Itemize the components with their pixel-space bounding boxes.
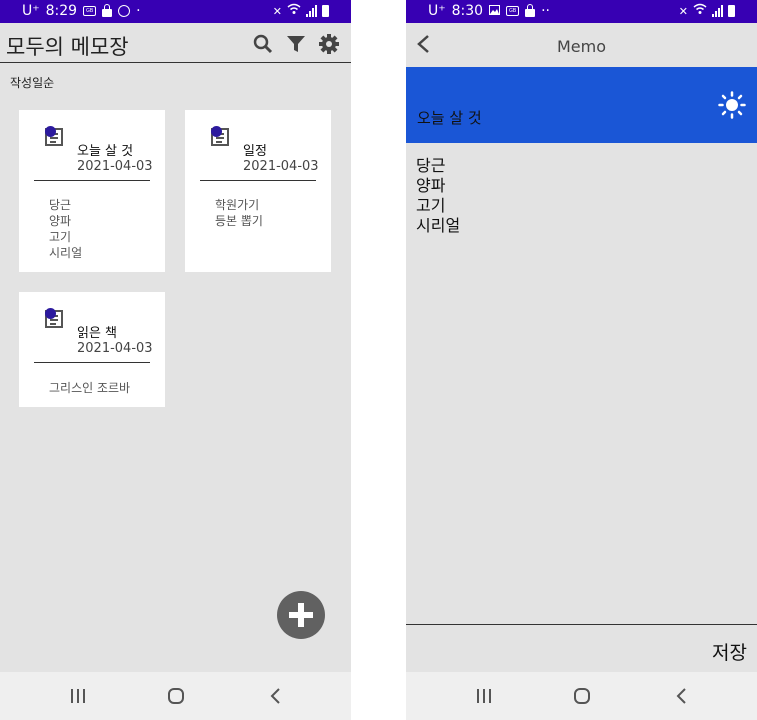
home-icon[interactable] (570, 684, 594, 708)
memo-date: 2021-04-03 (77, 159, 153, 174)
memo-list-screen: U⁺ 8:29 GB · ✕ 모두의 메모장 작성일순 오늘 살 것 2021-… (0, 0, 351, 720)
wifi-icon (693, 3, 707, 19)
status-dot (45, 308, 56, 319)
notification-icon: GB (506, 6, 520, 16)
divider (34, 180, 150, 181)
carrier-label: U⁺ (428, 3, 446, 19)
back-icon[interactable] (264, 684, 288, 708)
memo-title: 오늘 살 것 (77, 144, 134, 159)
app-bar: 모두의 메모장 (0, 23, 351, 63)
add-memo-button[interactable] (277, 591, 325, 639)
memo-line: 양파 (416, 176, 446, 195)
home-icon[interactable] (164, 684, 188, 708)
wifi-icon (287, 3, 301, 19)
more-notifications-dots: ·· (541, 3, 550, 19)
status-dot (211, 126, 222, 137)
notification-icon: GB (83, 6, 97, 16)
recent-apps-icon[interactable] (472, 684, 496, 708)
memo-body[interactable]: 당근 양파 고기 시리얼 (416, 156, 460, 236)
plus-icon (289, 603, 313, 627)
lock-icon (102, 4, 113, 17)
memo-card[interactable]: 오늘 살 것 2021-04-03 당근 양파 고기 시리얼 (19, 110, 165, 272)
status-dot (45, 126, 56, 137)
battery-icon (322, 5, 329, 17)
memo-date: 2021-04-03 (77, 341, 153, 356)
sort-order-label[interactable]: 작성일순 (10, 74, 54, 91)
clock: 8:29 (45, 3, 78, 19)
memo-header: 오늘 살 것 (406, 67, 757, 143)
divider (200, 180, 316, 181)
memo-card[interactable]: 읽은 책 2021-04-03 그리스인 조르바 (19, 292, 165, 407)
app-title: 모두의 메모장 (6, 35, 129, 59)
memo-preview: 그리스인 조르바 (49, 380, 130, 396)
system-nav-bar (0, 672, 351, 720)
memo-line: 시리얼 (416, 216, 461, 235)
recent-apps-icon[interactable] (66, 684, 90, 708)
clock: 8:30 (451, 3, 484, 19)
more-notifications-dot: · (136, 3, 141, 19)
save-button[interactable]: 저장 (712, 638, 747, 665)
memo-detail-screen: U⁺ 8:30 GB ·· ✕ Memo 오늘 살 것 당근 양파 고기 시리얼… (406, 0, 757, 720)
memo-line: 등본 뽑기 (215, 214, 263, 228)
memo-line: 시리얼 (49, 246, 83, 260)
screen-title: Memo (556, 37, 607, 56)
memo-preview: 당근 양파 고기 시리얼 (49, 197, 82, 261)
memo-line: 그리스인 조르바 (49, 381, 131, 395)
memo-card[interactable]: 일정 2021-04-03 학원가기 등본 뽑기 (185, 110, 331, 272)
mute-icon: ✕ (272, 4, 282, 18)
top-bar: Memo (406, 23, 757, 67)
memo-line: 양파 (49, 214, 72, 228)
memo-line: 당근 (416, 156, 446, 175)
memo-line: 고기 (49, 230, 72, 244)
system-nav-bar (406, 672, 757, 720)
status-bar: U⁺ 8:30 GB ·· ✕ (406, 0, 757, 23)
filter-icon[interactable] (285, 33, 307, 55)
lock-icon (525, 4, 536, 17)
memo-line: 고기 (416, 196, 446, 215)
back-icon[interactable] (670, 684, 694, 708)
memo-title[interactable]: 오늘 살 것 (417, 107, 482, 128)
status-bar: U⁺ 8:29 GB · ✕ (0, 0, 351, 23)
divider (406, 624, 757, 625)
memo-preview: 학원가기 등본 뽑기 (215, 197, 263, 229)
signal-icon (306, 5, 317, 17)
account-icon (118, 5, 131, 17)
signal-icon (712, 5, 723, 17)
image-icon (489, 3, 501, 19)
mute-icon: ✕ (678, 4, 688, 18)
carrier-label: U⁺ (22, 3, 40, 19)
sun-icon[interactable] (718, 91, 746, 119)
gear-icon[interactable] (318, 33, 340, 55)
memo-date: 2021-04-03 (243, 159, 319, 174)
search-icon[interactable] (252, 33, 274, 55)
memo-title: 읽은 책 (77, 326, 118, 341)
memo-title: 일정 (243, 144, 267, 159)
battery-icon (728, 5, 735, 17)
memo-line: 학원가기 (215, 198, 260, 212)
divider (34, 362, 150, 363)
memo-line: 당근 (49, 198, 72, 212)
